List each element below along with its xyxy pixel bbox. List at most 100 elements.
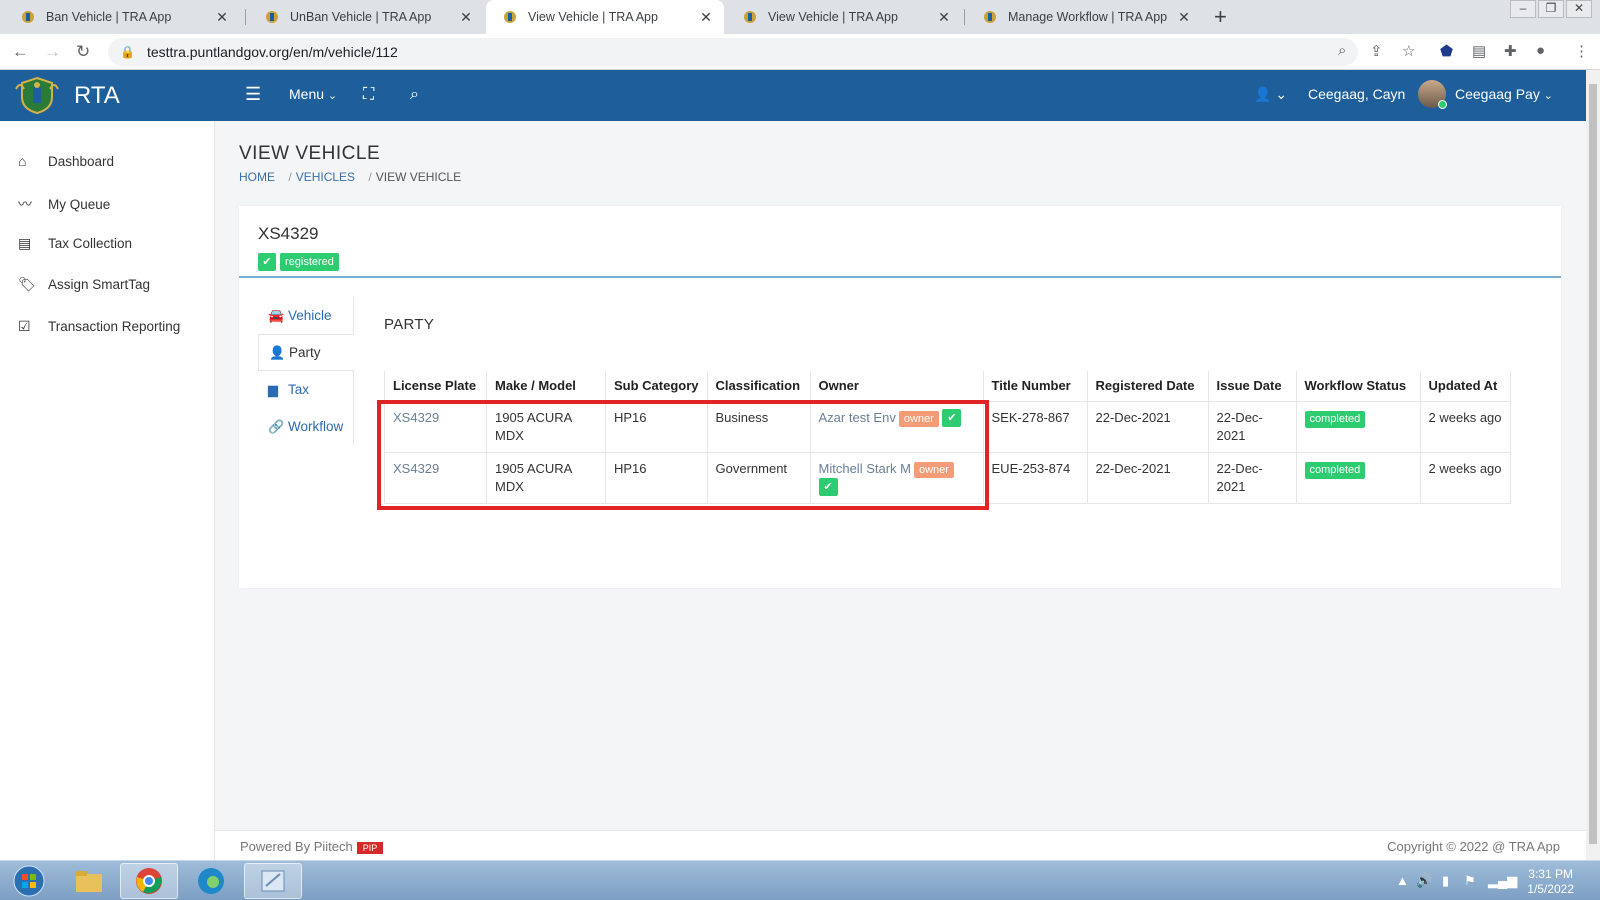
search-icon[interactable]: ⌕ [410,86,419,104]
address-bar: ← → ↻ 🔒 testtra.puntlandgov.org/en/m/veh… [0,34,1600,70]
browser-tab[interactable]: View Vehicle | TRA App ✕ [726,0,962,34]
menu-dropdown[interactable]: Menu ⌄ [289,86,337,102]
page-title: VIEW VEHICLE [239,143,381,164]
close-icon[interactable]: ✕ [214,9,230,26]
edge-icon [198,868,224,894]
chrome-icon [136,868,162,894]
share-icon[interactable]: ⇪ [1370,42,1383,60]
network-icon[interactable]: ▂▄▆ [1488,873,1517,889]
page-scrollbar[interactable] [1586,70,1600,860]
forward-icon[interactable]: → [44,42,61,62]
breadcrumb-home[interactable]: HOME [239,170,275,184]
close-icon[interactable]: ✕ [698,9,714,26]
volume-icon[interactable]: 🔊 [1416,873,1432,889]
puzzle-extension-icon[interactable]: ✚ [1504,42,1517,60]
sidebar-item-label: Dashboard [48,153,115,169]
close-window-icon[interactable]: ✕ [1566,0,1592,18]
breadcrumb-current: VIEW VEHICLE [375,170,462,184]
tab-title: Manage Workflow | TRA App [1008,10,1168,24]
crest-icon [744,11,756,23]
breadcrumb-vehicles[interactable]: VEHICLES [296,170,355,184]
clock[interactable]: 3:31 PM 1/5/2022 [1527,867,1574,897]
fullscreen-icon[interactable]: ⛶ [363,86,374,104]
back-icon[interactable]: ← [12,42,29,62]
tab-party[interactable]: 👤 Party [258,334,354,371]
taskbar-chrome[interactable] [120,863,178,899]
shield-extension-icon[interactable]: ⬟ [1440,42,1453,60]
footer-powered: Powered By Piitech PIP [240,839,384,854]
taskbar-notepad[interactable] [244,863,302,899]
star-icon[interactable]: ☆ [1402,42,1415,60]
updated-at-cell: 2 weeks ago [1419,400,1511,453]
sidebar-item-assign-smarttag[interactable]: 🏷 Assign SmartTag [18,276,150,293]
profile-icon[interactable]: ● [1536,42,1545,59]
zoom-icon[interactable]: ⌕ [1338,42,1346,59]
column-header: Workflow Status [1295,371,1421,402]
column-header: Sub Category [605,371,708,402]
close-icon[interactable]: ✕ [458,9,474,26]
crest-icon [984,11,996,23]
browser-tab[interactable]: Ban Vehicle | TRA App ✕ [4,0,240,34]
start-button[interactable] [0,863,58,899]
sidebar-item-dashboard[interactable]: ⌂ Dashboard [18,153,114,169]
browser-tab[interactable]: UnBan Vehicle | TRA App ✕ [248,0,484,34]
scrollbar-thumb[interactable] [1589,84,1597,844]
sidebar-item-my-queue[interactable]: 〰 My Queue [18,194,110,214]
online-status-dot [1438,100,1447,109]
crest-icon [266,11,278,23]
sidebar-item-label: Assign SmartTag [48,277,151,292]
user-dropdown-icon[interactable]: 👤 ⌄ [1254,86,1287,103]
workflow-status-badge: completed [1304,461,1366,479]
folder-icon [76,871,102,892]
tags-icon: 🏷 [18,276,36,292]
taskbar-edge[interactable] [182,863,240,899]
crest-logo[interactable] [12,75,62,115]
close-icon[interactable]: ✕ [936,9,952,26]
minimize-icon[interactable]: – [1510,0,1536,18]
tray-expand-icon[interactable]: ▲ [1396,873,1409,888]
battery-icon[interactable]: ▮ [1442,873,1449,889]
sidebar-item-tax-collection[interactable]: ▤ Tax Collection [18,235,132,252]
url-input[interactable]: 🔒 testtra.puntlandgov.org/en/m/vehicle/1… [108,38,1358,66]
kebab-menu-icon[interactable]: ⋮ [1574,42,1589,60]
user-short-name[interactable]: Ceegaag, Cayn [1308,86,1405,102]
tab-workflow[interactable]: 🔗 Workflow [258,408,354,445]
column-header: Title Number [982,371,1088,402]
sidebar-item-transaction-reporting[interactable]: ☑ Transaction Reporting [18,318,180,335]
card-header: XS4329 ✔ registered [239,206,1561,278]
checkbox-icon: ☑ [18,318,31,334]
sidebar-item-label: Transaction Reporting [48,319,181,334]
column-header: Updated At [1419,371,1511,402]
new-tab-icon[interactable]: + [1214,4,1227,30]
taskbar-explorer[interactable] [60,863,118,899]
restore-icon[interactable]: ❐ [1538,0,1564,18]
tab-tax[interactable]: ▆ Tax [258,371,354,408]
reload-icon[interactable]: ↻ [76,42,90,62]
notepad-icon [261,870,285,892]
hamburger-icon[interactable]: ☰ [245,84,261,105]
clipboard-extension-icon[interactable]: ▤ [1472,42,1486,60]
footer: Powered By Piitech PIP Copyright © 2022 @… [215,830,1586,860]
vehicle-card: XS4329 ✔ registered 🚘 Vehicle 👤 Party ▆ … [239,206,1561,588]
user-menu[interactable]: Ceegaag Pay ⌄ [1455,86,1553,102]
flag-icon[interactable]: ⚑ [1464,873,1476,889]
tab-title: View Vehicle | TRA App [528,10,658,24]
close-icon[interactable]: ✕ [1176,9,1192,26]
browser-tab-active[interactable]: View Vehicle | TRA App ✕ [486,0,724,34]
sidebar-item-label: Tax Collection [48,236,133,251]
updated-at-cell: 2 weeks ago [1419,451,1511,505]
lock-icon: 🔒 [120,45,135,59]
user-icon: 👤 [269,344,286,360]
tab-label: Tax [288,382,310,397]
browser-tab-bar: Ban Vehicle | TRA App ✕ UnBan Vehicle | … [0,0,1600,34]
column-header: License Plate [384,371,487,402]
tab-vehicle[interactable]: 🚘 Vehicle [258,297,354,334]
url-text: testtra.puntlandgov.org/en/m/vehicle/112 [146,44,398,60]
column-header: Owner [809,371,984,402]
browser-tab[interactable]: Manage Workflow | TRA App ✕ [966,0,1202,34]
trend-icon: 〰 [18,196,32,212]
issue-date-cell: 22-Dec-2021 [1207,400,1297,453]
registered-date-cell: 22-Dec-2021 [1086,451,1209,505]
tab-divider [245,9,246,25]
tab-label: Workflow [288,419,344,434]
